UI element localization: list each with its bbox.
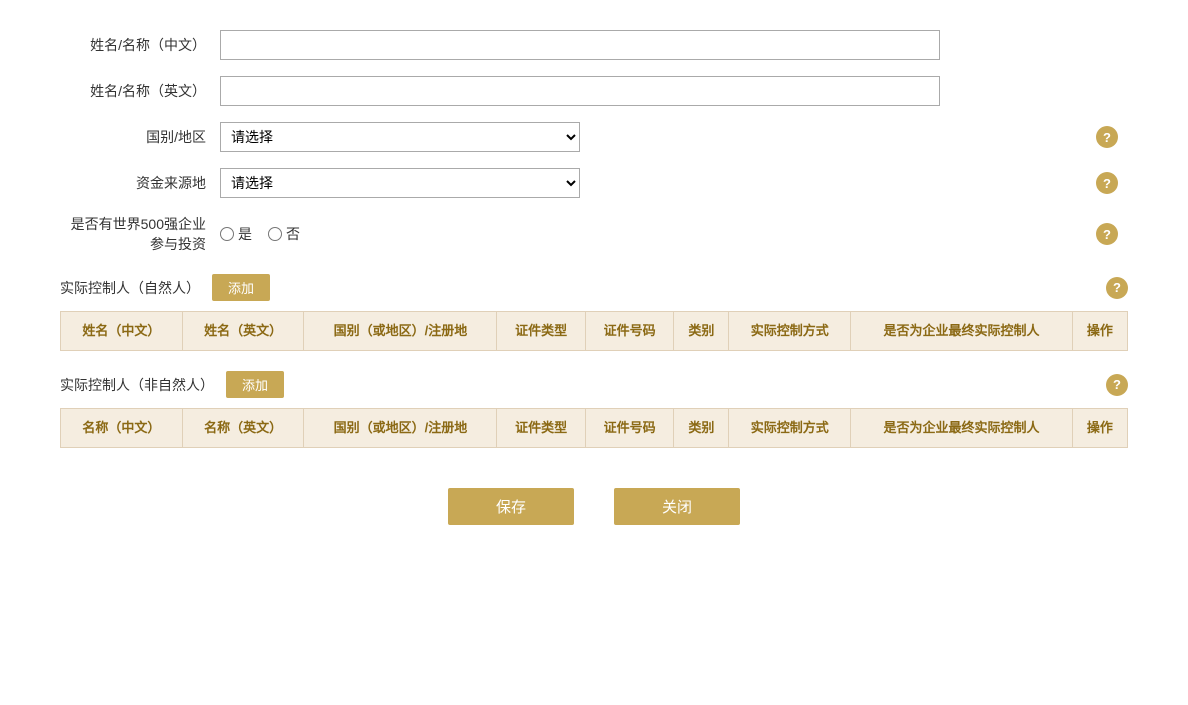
- np-col-cert-no: 证件号码: [585, 312, 673, 351]
- fortune500-no-option[interactable]: 否: [268, 224, 300, 244]
- fortune500-help-icon[interactable]: ?: [1096, 223, 1118, 245]
- natural-person-help-icon[interactable]: ?: [1106, 277, 1128, 299]
- natural-person-section: 实际控制人（自然人） 添加 ? 姓名（中文） 姓名（英文） 国别（或地区）/注册…: [60, 274, 1128, 351]
- non-natural-person-table: 名称（中文） 名称（英文） 国别（或地区）/注册地 证件类型 证件号码 类别 实…: [60, 408, 1128, 448]
- np-col-category: 类别: [674, 312, 729, 351]
- nnp-col-cert-no: 证件号码: [585, 409, 673, 448]
- name-cn-row: 姓名/名称（中文）: [60, 30, 1128, 60]
- name-cn-label: 姓名/名称（中文）: [60, 35, 220, 55]
- name-en-label: 姓名/名称（英文）: [60, 81, 220, 101]
- non-natural-person-help-icon[interactable]: ?: [1106, 374, 1128, 396]
- nnp-col-cert-type: 证件类型: [497, 409, 585, 448]
- fortune500-no-radio[interactable]: [268, 227, 282, 241]
- fund-source-help-icon[interactable]: ?: [1096, 172, 1118, 194]
- fund-source-row: 资金来源地 请选择 ?: [60, 168, 1128, 198]
- non-natural-person-section: 实际控制人（非自然人） 添加 ? 名称（中文） 名称（英文） 国别（或地区）/注…: [60, 371, 1128, 448]
- country-select[interactable]: 请选择: [220, 122, 580, 152]
- name-cn-input[interactable]: [220, 30, 940, 60]
- fortune500-no-label: 否: [286, 224, 300, 244]
- button-row: 保存 关闭: [60, 488, 1128, 525]
- fortune500-label: 是否有世界500强企业参与投资: [60, 214, 220, 254]
- close-button[interactable]: 关闭: [614, 488, 740, 525]
- save-button[interactable]: 保存: [448, 488, 574, 525]
- natural-person-table-header-row: 姓名（中文） 姓名（英文） 国别（或地区）/注册地 证件类型 证件号码 类别 实…: [61, 312, 1128, 351]
- non-natural-person-table-header-row: 名称（中文） 名称（英文） 国别（或地区）/注册地 证件类型 证件号码 类别 实…: [61, 409, 1128, 448]
- country-row: 国别/地区 请选择 ?: [60, 122, 1128, 152]
- np-col-control-method: 实际控制方式: [729, 312, 851, 351]
- nnp-col-control-method: 实际控制方式: [729, 409, 851, 448]
- nnp-col-name-en: 名称（英文）: [182, 409, 304, 448]
- np-col-name-cn: 姓名（中文）: [61, 312, 183, 351]
- non-natural-person-header: 实际控制人（非自然人） 添加 ?: [60, 371, 1128, 398]
- natural-person-table: 姓名（中文） 姓名（英文） 国别（或地区）/注册地 证件类型 证件号码 类别 实…: [60, 311, 1128, 351]
- country-label: 国别/地区: [60, 127, 220, 147]
- nnp-col-is-ultimate: 是否为企业最终实际控制人: [851, 409, 1073, 448]
- np-col-name-en: 姓名（英文）: [182, 312, 304, 351]
- nnp-col-country: 国别（或地区）/注册地: [304, 409, 497, 448]
- natural-person-header: 实际控制人（自然人） 添加 ?: [60, 274, 1128, 301]
- non-natural-person-add-button[interactable]: 添加: [226, 371, 284, 398]
- np-col-is-ultimate: 是否为企业最终实际控制人: [851, 312, 1073, 351]
- natural-person-title: 实际控制人（自然人）: [60, 278, 200, 298]
- fund-source-label: 资金来源地: [60, 173, 220, 193]
- fortune500-radio-group: 是 否: [220, 224, 300, 244]
- natural-person-add-button[interactable]: 添加: [212, 274, 270, 301]
- np-col-action: 操作: [1072, 312, 1127, 351]
- name-en-input[interactable]: [220, 76, 940, 106]
- np-col-cert-type: 证件类型: [497, 312, 585, 351]
- nnp-col-category: 类别: [674, 409, 729, 448]
- country-help-icon[interactable]: ?: [1096, 126, 1118, 148]
- fortune500-yes-label: 是: [238, 224, 252, 244]
- nnp-col-action: 操作: [1072, 409, 1127, 448]
- fortune500-yes-radio[interactable]: [220, 227, 234, 241]
- non-natural-person-title: 实际控制人（非自然人）: [60, 375, 214, 395]
- name-en-row: 姓名/名称（英文）: [60, 76, 1128, 106]
- nnp-col-name-cn: 名称（中文）: [61, 409, 183, 448]
- fund-source-select[interactable]: 请选择: [220, 168, 580, 198]
- np-col-country: 国别（或地区）/注册地: [304, 312, 497, 351]
- fortune500-yes-option[interactable]: 是: [220, 224, 252, 244]
- fortune500-row: 是否有世界500强企业参与投资 是 否 ?: [60, 214, 1128, 254]
